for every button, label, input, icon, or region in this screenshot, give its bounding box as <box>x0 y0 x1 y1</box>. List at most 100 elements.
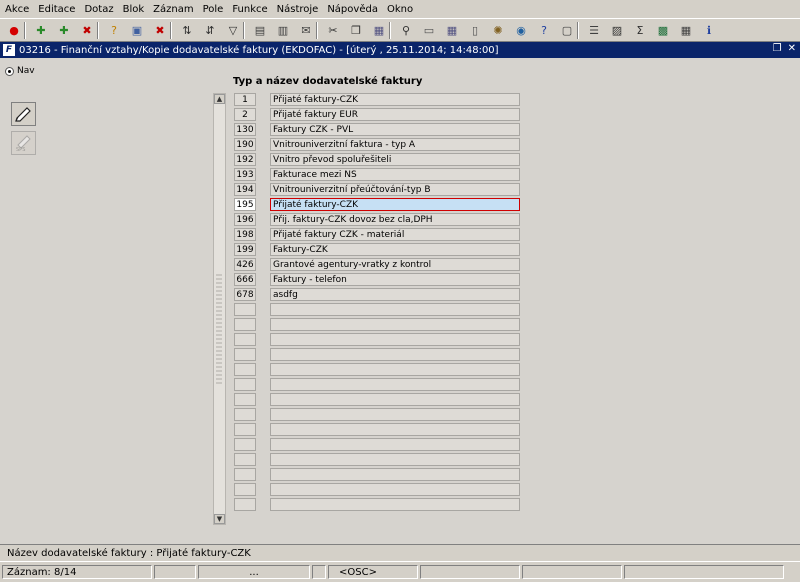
invoice-type-code-field[interactable] <box>234 318 256 331</box>
restore-window-icon[interactable]: ❐ <box>773 43 782 54</box>
invoice-type-name-field[interactable]: Přijaté faktury-CZK <box>270 198 520 211</box>
invoice-type-code-field[interactable]: 199 <box>234 243 256 256</box>
cancel-query-icon[interactable]: ✖ <box>152 22 168 38</box>
invoice-type-name-field[interactable]: Přijaté faktury CZK - materiál <box>270 228 520 241</box>
vertical-scrollbar[interactable]: ▲ ▼ <box>213 93 226 525</box>
mail-icon[interactable]: ✉ <box>298 22 314 38</box>
scroll-thumb[interactable] <box>216 274 222 384</box>
invoice-type-name-field[interactable] <box>270 378 520 391</box>
invoice-type-name-field[interactable] <box>270 408 520 421</box>
invoice-type-code-field[interactable]: 193 <box>234 168 256 181</box>
find-icon[interactable]: ⚲ <box>398 22 414 38</box>
chart-icon[interactable]: ▨ <box>609 22 625 38</box>
invoice-type-name-field[interactable]: Faktury CZK - PVL <box>270 123 520 136</box>
invoice-type-name-field[interactable] <box>270 318 520 331</box>
sps-button[interactable]: SPS <box>11 131 36 155</box>
invoice-type-name-field[interactable] <box>270 423 520 436</box>
invoice-type-name-field[interactable]: Přijaté faktury EUR <box>270 108 520 121</box>
invoice-type-name-field[interactable]: Vnitro převod spoluřešiteli <box>270 153 520 166</box>
invoice-type-name-field[interactable]: Fakturace mezi NS <box>270 168 520 181</box>
print-settings-icon[interactable]: ▥ <box>275 22 291 38</box>
execute-query-icon[interactable]: ▣ <box>129 22 145 38</box>
invoice-type-code-field[interactable]: 190 <box>234 138 256 151</box>
invoice-type-name-field[interactable] <box>270 453 520 466</box>
invoice-type-code-field[interactable]: 426 <box>234 258 256 271</box>
invoice-type-code-field[interactable] <box>234 303 256 316</box>
invoice-type-name-field[interactable] <box>270 333 520 346</box>
invoice-type-name-field[interactable]: Přij. faktury-CZK dovoz bez cla,DPH <box>270 213 520 226</box>
invoice-type-name-field[interactable]: Přijaté faktury-CZK <box>270 93 520 106</box>
menu-item[interactable]: Záznam <box>148 4 197 15</box>
invoice-type-code-field[interactable] <box>234 408 256 421</box>
invoice-type-name-field[interactable]: Grantové agentury-vratky z kontrol <box>270 258 520 271</box>
invoice-type-code-field[interactable]: 196 <box>234 213 256 226</box>
menu-item[interactable]: Editace <box>33 4 79 15</box>
invoice-type-code-field[interactable]: 1 <box>234 93 256 106</box>
invoice-type-code-field[interactable]: 194 <box>234 183 256 196</box>
invoice-type-code-field[interactable] <box>234 438 256 451</box>
attach-icon[interactable]: ▭ <box>421 22 437 38</box>
save-icon[interactable]: ✚ <box>33 22 49 38</box>
invoice-type-code-field[interactable] <box>234 498 256 511</box>
invoice-type-name-field[interactable] <box>270 393 520 406</box>
invoice-type-code-field[interactable]: 2 <box>234 108 256 121</box>
invoice-type-code-field[interactable]: 192 <box>234 153 256 166</box>
menu-item[interactable]: Blok <box>118 4 149 15</box>
invoice-type-code-field[interactable] <box>234 393 256 406</box>
copy-icon[interactable]: ❐ <box>348 22 364 38</box>
invoice-type-code-field[interactable] <box>234 423 256 436</box>
invoice-type-code-field[interactable] <box>234 483 256 496</box>
print-icon[interactable]: ▤ <box>252 22 268 38</box>
sort-desc-icon[interactable]: ⇵ <box>202 22 218 38</box>
invoice-type-code-field[interactable] <box>234 378 256 391</box>
invoice-type-name-field[interactable]: Faktury-CZK <box>270 243 520 256</box>
invoice-type-name-field[interactable]: Faktury - telefon <box>270 273 520 286</box>
invoice-type-name-field[interactable] <box>270 363 520 376</box>
invoice-type-name-field[interactable] <box>270 483 520 496</box>
menu-item[interactable]: Nástroje <box>272 4 323 15</box>
menu-item[interactable]: Dotaz <box>79 4 117 15</box>
invoice-type-code-field[interactable] <box>234 453 256 466</box>
menu-item[interactable]: Akce <box>0 4 33 15</box>
cut-icon[interactable]: ✂ <box>325 22 341 38</box>
invoice-type-code-field[interactable]: 130 <box>234 123 256 136</box>
invoice-type-code-field[interactable]: 195 <box>234 198 256 211</box>
close-window-icon[interactable]: ✕ <box>788 43 796 54</box>
invoice-type-name-field[interactable]: Vnitrouniverzitní faktura - typ A <box>270 138 520 151</box>
menu-item[interactable]: Funkce <box>227 4 271 15</box>
enter-query-icon[interactable]: ? <box>106 22 122 38</box>
exit-icon[interactable]: ● <box>6 22 22 38</box>
help-icon[interactable]: ? <box>536 22 552 38</box>
menu-item[interactable]: Okno <box>382 4 417 15</box>
invoice-type-name-field[interactable] <box>270 438 520 451</box>
nav-radio-button[interactable] <box>5 66 14 76</box>
invoice-type-code-field[interactable] <box>234 363 256 376</box>
sum-icon[interactable]: Σ <box>632 22 648 38</box>
scroll-up-icon[interactable]: ▲ <box>214 94 225 104</box>
delete-record-icon[interactable]: ✖ <box>79 22 95 38</box>
scroll-down-icon[interactable]: ▼ <box>214 514 225 524</box>
insert-record-icon[interactable]: ✚ <box>56 22 72 38</box>
info-icon[interactable]: ℹ <box>701 22 717 38</box>
menu-item[interactable]: Pole <box>198 4 228 15</box>
invoice-type-code-field[interactable]: 666 <box>234 273 256 286</box>
invoice-type-code-field[interactable]: 678 <box>234 288 256 301</box>
calendar-icon[interactable]: ▦ <box>444 22 460 38</box>
window-icon[interactable]: ▢ <box>559 22 575 38</box>
list-icon[interactable]: ☰ <box>586 22 602 38</box>
excel-icon[interactable]: ▩ <box>655 22 671 38</box>
invoice-type-name-field[interactable] <box>270 498 520 511</box>
invoice-type-name-field[interactable]: Vnitrouniverzitní přeúčtování-typ B <box>270 183 520 196</box>
invoice-type-name-field[interactable]: asdfg <box>270 288 520 301</box>
invoice-type-code-field[interactable] <box>234 333 256 346</box>
table-icon[interactable]: ▦ <box>678 22 694 38</box>
document-icon[interactable]: ▯ <box>467 22 483 38</box>
invoice-type-name-field[interactable] <box>270 468 520 481</box>
menu-item[interactable]: Nápověda <box>322 4 382 15</box>
invoice-type-code-field[interactable] <box>234 348 256 361</box>
paste-icon[interactable]: ▦ <box>371 22 387 38</box>
invoice-type-code-field[interactable]: 198 <box>234 228 256 241</box>
sort-icon[interactable]: ⇅ <box>179 22 195 38</box>
invoice-type-name-field[interactable] <box>270 348 520 361</box>
invoice-type-code-field[interactable] <box>234 468 256 481</box>
